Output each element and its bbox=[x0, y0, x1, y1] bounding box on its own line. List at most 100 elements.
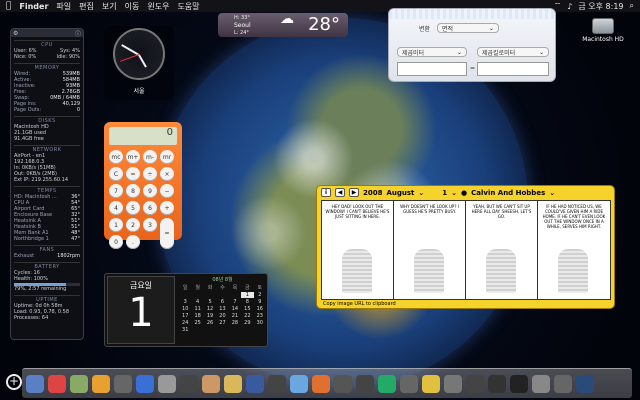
calendar-day[interactable]: 16 bbox=[254, 306, 266, 312]
calendar-day[interactable]: 7 bbox=[229, 299, 241, 305]
dock-app-icon[interactable] bbox=[422, 374, 440, 393]
calc-key[interactable]: mr bbox=[160, 150, 174, 164]
dock-app-icon[interactable] bbox=[26, 374, 44, 393]
calendar-day[interactable]: 31 bbox=[179, 327, 191, 333]
calc-key[interactable]: ÷ bbox=[143, 167, 157, 181]
calc-key[interactable]: 4 bbox=[109, 201, 123, 215]
converter-to-input[interactable] bbox=[477, 62, 549, 76]
calc-key[interactable]: 9 bbox=[143, 184, 157, 198]
calc-key[interactable]: = bbox=[126, 167, 140, 181]
dock-app-icon[interactable] bbox=[180, 374, 198, 393]
calendar-day[interactable]: 8 bbox=[241, 299, 253, 305]
calendar-day[interactable]: 29 bbox=[241, 320, 253, 326]
dock-app-icon[interactable] bbox=[268, 374, 286, 393]
info-icon[interactable]: ⓘ bbox=[75, 29, 81, 38]
comic-title[interactable]: Calvin And Hobbes bbox=[471, 189, 545, 197]
calendar-day[interactable]: 9 bbox=[254, 299, 266, 305]
calc-key[interactable]: − bbox=[160, 184, 174, 198]
comic-month[interactable]: August bbox=[386, 189, 414, 197]
calc-key[interactable]: × bbox=[160, 167, 174, 181]
calendar-day[interactable]: 30 bbox=[254, 320, 266, 326]
chevron-down-icon[interactable]: ⌄ bbox=[418, 189, 424, 197]
next-arrow-icon[interactable]: ▶ bbox=[349, 188, 359, 197]
dock-app-icon[interactable] bbox=[510, 374, 528, 393]
macintosh-hd-icon[interactable]: Macintosh HD bbox=[576, 18, 630, 43]
calendar-day[interactable]: 3 bbox=[179, 299, 191, 305]
calendar-day[interactable] bbox=[179, 292, 191, 298]
calc-key-equals[interactable]: = bbox=[160, 218, 174, 249]
dock-app-icon[interactable] bbox=[334, 374, 352, 393]
calendar-day[interactable]: 13 bbox=[216, 306, 228, 312]
comic-widget[interactable]: i ◀ ▶ 2008 August ⌄ 1 ⌄ ● Calvin And Hob… bbox=[316, 185, 615, 309]
calc-key[interactable]: m+ bbox=[126, 150, 140, 164]
calc-key[interactable]: + bbox=[160, 201, 174, 215]
dock-app-icon[interactable] bbox=[92, 374, 110, 393]
dock-app-icon[interactable] bbox=[444, 374, 462, 393]
menu-app-finder[interactable]: Finder bbox=[19, 2, 48, 11]
dock-app-icon[interactable] bbox=[312, 374, 330, 393]
dock-app-icon[interactable] bbox=[114, 374, 132, 393]
dock-app-icon[interactable] bbox=[356, 374, 374, 393]
converter-category-select[interactable]: 면적 ⌄ bbox=[437, 23, 499, 33]
calendar-day[interactable]: 18 bbox=[191, 313, 203, 319]
calendar-day[interactable] bbox=[216, 292, 228, 298]
menu-clock[interactable]: 금 오후 8:19 bbox=[578, 1, 623, 12]
calc-key[interactable]: . bbox=[126, 235, 140, 249]
calendar-day[interactable]: 4 bbox=[191, 299, 203, 305]
calendar-day[interactable]: 25 bbox=[191, 320, 203, 326]
calc-key[interactable]: 8 bbox=[126, 184, 140, 198]
converter-from-unit-select[interactable]: 제곱미터 ⌄ bbox=[397, 47, 467, 57]
calendar-day[interactable]: 26 bbox=[204, 320, 216, 326]
menu-item-file[interactable]: 파일 bbox=[56, 1, 71, 12]
calendar-day[interactable]: 23 bbox=[254, 313, 266, 319]
calendar-day[interactable]: 22 bbox=[241, 313, 253, 319]
calendar-day[interactable]: 6 bbox=[216, 299, 228, 305]
comic-year[interactable]: 2008 bbox=[363, 189, 382, 197]
dock-app-icon[interactable] bbox=[246, 374, 264, 393]
calc-key[interactable]: 1 bbox=[109, 218, 123, 232]
calc-key[interactable]: 0 bbox=[109, 235, 123, 249]
unit-converter-widget[interactable]: 변환 면적 ⌄ 제곱미터 ⌄ 제곱킬로미터 ⌄ = bbox=[388, 8, 556, 82]
dock-app-icon[interactable] bbox=[488, 374, 506, 393]
dock-app-icon[interactable] bbox=[224, 374, 242, 393]
calc-key[interactable]: 6 bbox=[143, 201, 157, 215]
dock-app-icon[interactable] bbox=[400, 374, 418, 393]
calc-key[interactable]: m- bbox=[143, 150, 157, 164]
weather-widget[interactable]: H: 33° Seoul L: 24° ☁ 28° bbox=[218, 11, 348, 37]
calendar-day[interactable]: 21 bbox=[229, 313, 241, 319]
calc-key[interactable]: 3 bbox=[143, 218, 157, 232]
dock-app-icon[interactable] bbox=[202, 374, 220, 393]
calendar-day[interactable]: 10 bbox=[179, 306, 191, 312]
dock-app-icon[interactable] bbox=[48, 374, 66, 393]
dock-app-icon[interactable] bbox=[158, 374, 176, 393]
calendar-day[interactable]: 28 bbox=[229, 320, 241, 326]
calendar-widget[interactable]: 금요일 1 08년 8월 일 월 화 수 목 금 토 1 2 3 4 5 6 7 8 9 10 11 12 13 14 1… bbox=[104, 273, 268, 347]
info-icon[interactable]: i bbox=[321, 188, 331, 197]
calendar-day[interactable]: 11 bbox=[191, 306, 203, 312]
calendar-day[interactable]: 14 bbox=[229, 306, 241, 312]
comic-strip[interactable]: HEY DAD! LOOK OUT THE WINDOW! I CAN'T BE… bbox=[321, 200, 611, 300]
calendar-day[interactable]: 12 bbox=[204, 306, 216, 312]
copy-url-link[interactable]: Copy image URL to clipboard bbox=[323, 301, 396, 307]
settings-icon[interactable]: ⚙ bbox=[13, 30, 18, 37]
calendar-day[interactable]: 19 bbox=[204, 313, 216, 319]
calendar-day[interactable]: 2 bbox=[254, 292, 266, 298]
dock-app-icon[interactable] bbox=[378, 374, 396, 393]
add-widget-button[interactable]: + bbox=[6, 374, 22, 390]
calendar-day[interactable]: 27 bbox=[216, 320, 228, 326]
menu-item-go[interactable]: 이동 bbox=[125, 1, 140, 12]
dock-app-icon[interactable] bbox=[290, 374, 308, 393]
calendar-day[interactable] bbox=[204, 292, 216, 298]
menu-item-window[interactable]: 윈도우 bbox=[147, 1, 169, 12]
calendar-day[interactable] bbox=[229, 292, 241, 298]
calculator-widget[interactable]: 0 mc m+ m- mr C = ÷ × 7 8 9 − 4 5 6 + 1 … bbox=[104, 122, 182, 249]
calc-key[interactable]: 5 bbox=[126, 201, 140, 215]
calc-key[interactable]: mc bbox=[109, 150, 123, 164]
chevron-down-icon[interactable]: ⌄ bbox=[549, 189, 555, 197]
menu-item-help[interactable]: 도움말 bbox=[177, 1, 199, 12]
spotlight-search-icon[interactable]: ⌕ bbox=[630, 1, 634, 11]
calendar-day[interactable] bbox=[191, 292, 203, 298]
calc-key[interactable]: 2 bbox=[126, 218, 140, 232]
calc-key[interactable]: C bbox=[109, 167, 123, 181]
dock-app-icon[interactable] bbox=[136, 374, 154, 393]
